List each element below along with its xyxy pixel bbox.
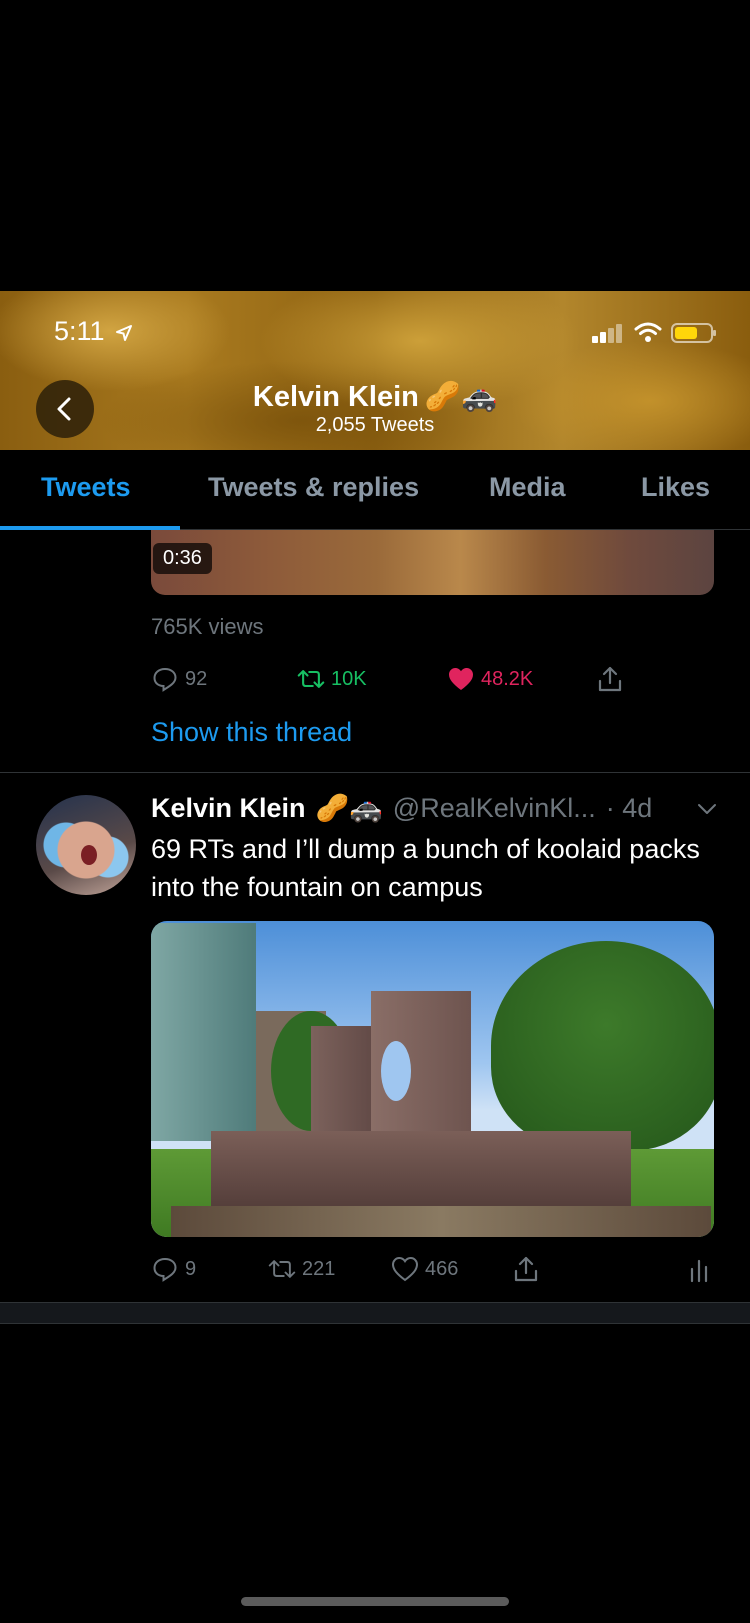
like-button[interactable]: 466 bbox=[391, 1255, 458, 1283]
tab-media[interactable]: Media bbox=[489, 472, 566, 503]
show-thread-link[interactable]: Show this thread bbox=[151, 717, 352, 748]
share-button[interactable] bbox=[512, 1255, 540, 1283]
reply-icon bbox=[153, 667, 177, 692]
name-emojis: 🥜🚓 bbox=[424, 381, 498, 413]
retweet-count: 10K bbox=[331, 667, 367, 690]
tweet-text: 69 RTs and I’ll dump a bunch of koolaid … bbox=[151, 834, 700, 902]
like-count: 466 bbox=[425, 1257, 459, 1280]
status-time: 5:11 bbox=[54, 316, 105, 346]
share-icon bbox=[598, 666, 622, 692]
home-indicator[interactable] bbox=[241, 1597, 509, 1606]
profile-name: Kelvin Klein bbox=[252, 380, 419, 413]
battery-icon bbox=[671, 323, 716, 343]
wifi-icon bbox=[634, 322, 662, 342]
profile-tabs: Tweets Tweets & replies Media Likes bbox=[0, 450, 750, 530]
like-button[interactable]: 48.2K bbox=[447, 665, 533, 693]
view-count: 765K views bbox=[151, 614, 264, 639]
reply-button[interactable]: 92 bbox=[151, 665, 207, 693]
retweet-count: 221 bbox=[302, 1257, 336, 1280]
tweet-actions: 9 221 466 bbox=[0, 1255, 750, 1285]
heart-outline-icon bbox=[391, 1256, 419, 1282]
analytics-icon bbox=[690, 1259, 708, 1283]
author-name-emojis: 🥜🚓 bbox=[315, 793, 383, 823]
location-arrow-icon bbox=[116, 325, 132, 341]
share-icon bbox=[514, 1256, 538, 1282]
like-count: 48.2K bbox=[481, 667, 534, 690]
tab-likes[interactable]: Likes bbox=[641, 472, 710, 503]
tab-tweets[interactable]: Tweets bbox=[41, 472, 131, 503]
tweet-photo[interactable] bbox=[151, 921, 714, 1237]
reply-button[interactable]: 9 bbox=[151, 1255, 196, 1283]
reply-count: 92 bbox=[185, 667, 208, 690]
retweet-button[interactable]: 221 bbox=[268, 1255, 335, 1283]
analytics-button[interactable] bbox=[686, 1255, 714, 1283]
timeline-separator bbox=[0, 1302, 750, 1324]
video-duration: 0:36 bbox=[153, 543, 212, 574]
profile-header-title: Kelvin Klein 🥜🚓 bbox=[0, 380, 750, 414]
share-button[interactable] bbox=[596, 665, 624, 693]
retweet-button[interactable]: 10K bbox=[297, 665, 367, 693]
reply-icon bbox=[153, 1257, 177, 1282]
reply-count: 9 bbox=[185, 1257, 197, 1280]
tweet-header: Kelvin Klein 🥜🚓 @RealKelvinKl... · 4d bbox=[151, 792, 652, 824]
retweet-icon bbox=[268, 1260, 296, 1278]
heart-filled-icon bbox=[449, 668, 473, 690]
tweet-timestamp: · 4d bbox=[605, 792, 653, 823]
chevron-down-icon[interactable] bbox=[696, 798, 718, 820]
tweet-actions: 92 10K 48.2K bbox=[0, 665, 750, 695]
tab-tweets-and-replies[interactable]: Tweets & replies bbox=[208, 472, 419, 503]
tweet-author-handle: @RealKelvinKl... bbox=[392, 792, 596, 823]
retweet-icon bbox=[297, 670, 325, 688]
tweet-divider bbox=[0, 772, 750, 773]
cellular-signal-icon bbox=[592, 324, 622, 343]
tweet-author-name[interactable]: Kelvin Klein bbox=[151, 793, 306, 824]
tweet-count: 2,055 Tweets bbox=[315, 414, 435, 436]
avatar[interactable] bbox=[36, 795, 136, 895]
video-thumbnail[interactable] bbox=[151, 530, 714, 595]
